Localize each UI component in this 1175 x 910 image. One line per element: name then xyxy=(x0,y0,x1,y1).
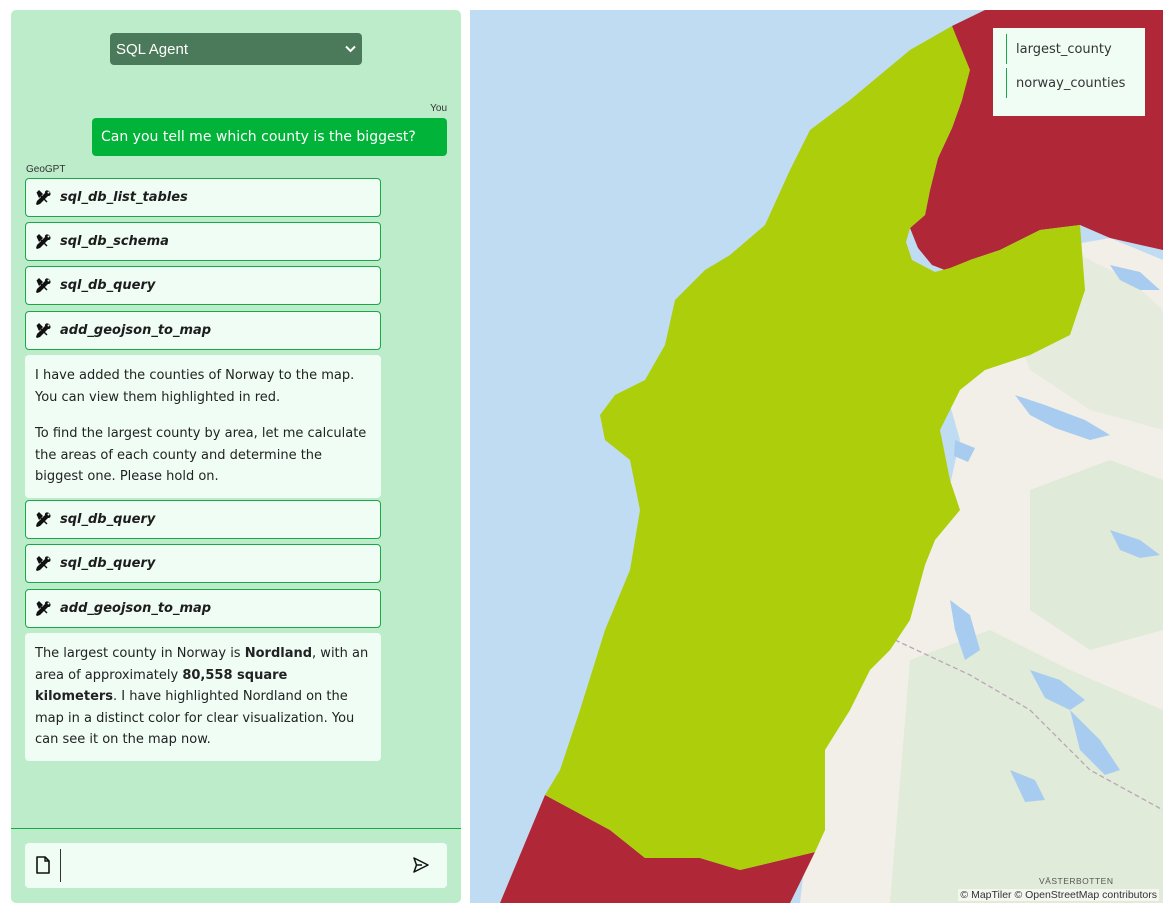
bot-message-text: The largest county in Norway is xyxy=(35,646,245,661)
legend-item-norway-counties[interactable]: norway_counties xyxy=(1006,68,1145,98)
agent-select-value: SQL Agent xyxy=(116,40,188,58)
tool-call-button[interactable]: sql_db_query xyxy=(25,266,381,305)
bot-message: I have added the counties of Norway to t… xyxy=(25,355,381,498)
chat-panel: SQL Agent You Can you tell me which coun… xyxy=(11,10,461,903)
bot-label: GeoGPT xyxy=(26,164,66,175)
tools-icon xyxy=(34,189,52,207)
user-label: You xyxy=(430,103,447,114)
bot-message-paragraph: To find the largest county by area, let … xyxy=(35,426,367,484)
tool-call-button[interactable]: add_geojson_to_map xyxy=(25,311,381,350)
map[interactable]: largest_county norway_counties VÄSTERBOT… xyxy=(470,10,1163,903)
tool-call-button[interactable]: sql_db_query xyxy=(25,500,381,539)
tools-icon xyxy=(34,511,52,529)
divider xyxy=(11,828,461,829)
tool-call-name: sql_db_query xyxy=(60,512,156,527)
tool-call-button[interactable]: sql_db_list_tables xyxy=(25,178,381,217)
tools-icon xyxy=(34,277,52,295)
tool-call-button[interactable]: sql_db_query xyxy=(25,544,381,583)
bot-message-paragraph: I have added the counties of Norway to t… xyxy=(35,368,355,405)
map-legend: largest_county norway_counties xyxy=(993,28,1145,116)
tool-call-name: sql_db_schema xyxy=(60,234,169,249)
tool-call-button[interactable]: sql_db_schema xyxy=(25,222,381,261)
user-message: Can you tell me which county is the bigg… xyxy=(92,118,447,156)
map-canvas[interactable] xyxy=(470,10,1163,903)
tools-icon xyxy=(34,555,52,573)
map-attribution: © MapTiler © OpenStreetMap contributors xyxy=(958,889,1159,901)
tool-call-button[interactable]: add_geojson_to_map xyxy=(25,589,381,628)
send-icon[interactable] xyxy=(412,856,430,874)
input-divider xyxy=(60,849,61,882)
message-input-bar xyxy=(25,843,447,888)
county-name: Nordland xyxy=(244,646,313,661)
bot-message: The largest county in Norway is Nordland… xyxy=(25,633,381,761)
legend-item-largest-county[interactable]: largest_county xyxy=(1006,34,1145,64)
map-region-label: VÄSTERBOTTEN xyxy=(1039,876,1114,886)
tool-call-name: add_geojson_to_map xyxy=(60,323,212,338)
tool-call-name: sql_db_list_tables xyxy=(60,190,188,205)
tools-icon xyxy=(34,233,52,251)
tool-call-name: add_geojson_to_map xyxy=(60,601,212,616)
bot-message-paragraph: The largest county in Norway is Nordland… xyxy=(35,643,371,751)
agent-select[interactable]: SQL Agent xyxy=(110,33,362,65)
tools-icon xyxy=(34,322,52,340)
tool-call-name: sql_db_query xyxy=(60,556,156,571)
chevron-down-icon xyxy=(345,42,356,56)
tool-call-name: sql_db_query xyxy=(60,278,156,293)
file-attach-icon[interactable] xyxy=(35,856,51,874)
message-input[interactable] xyxy=(65,849,409,884)
tools-icon xyxy=(34,600,52,618)
